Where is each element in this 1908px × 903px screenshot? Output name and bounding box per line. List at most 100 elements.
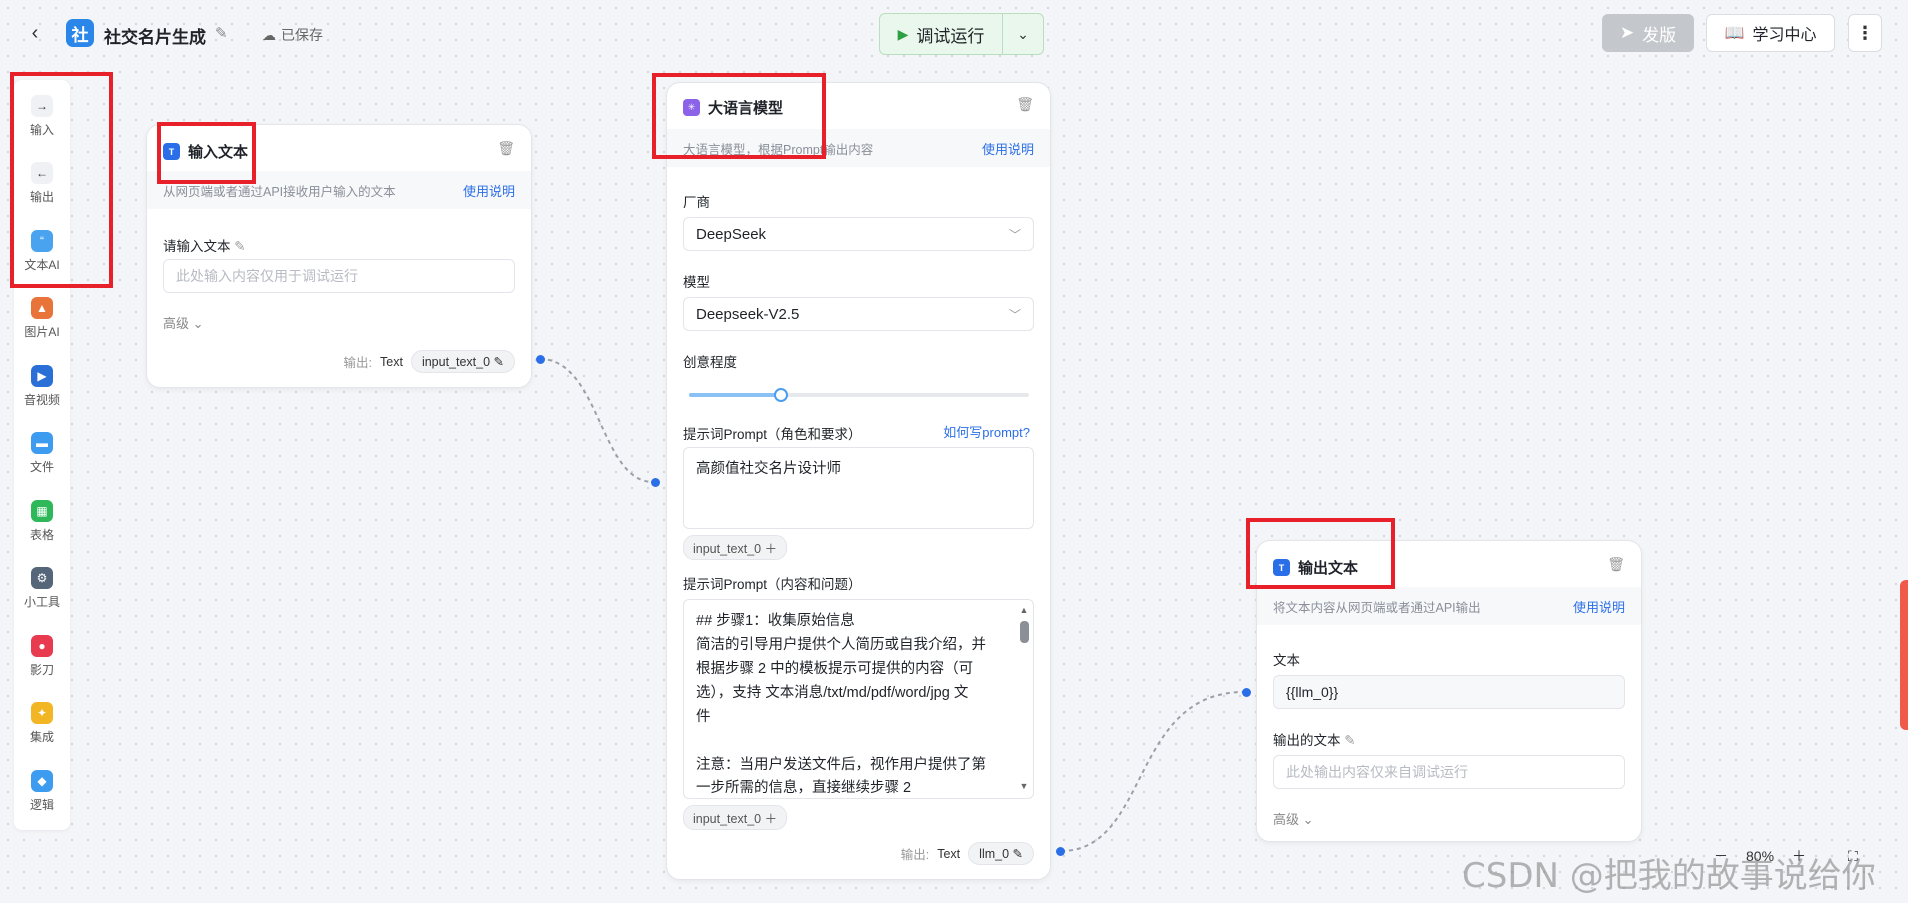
llm-node[interactable]: ✳ 大语言模型 🗑 大语言模型，根据Prompt输出内容 使用说明 厂商 Dee…	[666, 82, 1051, 880]
prompt-help-link[interactable]: 如何写prompt?	[943, 422, 1030, 441]
scroll-thumb[interactable]	[1019, 621, 1029, 643]
saved-status: ☁ 已保存	[262, 25, 323, 45]
sidebar-item-9[interactable]: ✦ 集成	[14, 696, 70, 752]
quote-icon: “	[31, 229, 53, 252]
output-result-label-text: 输出的文本	[1273, 733, 1341, 748]
advanced-toggle[interactable]: 高级 ⌄	[1273, 809, 1314, 828]
side-panel-tab[interactable]	[1900, 580, 1908, 730]
delete-node-icon[interactable]: 🗑	[497, 140, 515, 157]
sidebar-item-label: 输出	[29, 190, 54, 204]
debug-input-field[interactable]: 此处输入内容仅用于调试运行	[163, 259, 515, 293]
output-result-field[interactable]: 此处输出内容仅来自调试运行	[1273, 755, 1625, 789]
edit-icon[interactable]: ✎	[1344, 733, 1355, 748]
puzzle-icon: ✦	[31, 702, 53, 724]
output-text-label: 文本	[1273, 653, 1300, 668]
sidebar-item-label: 文件	[29, 460, 54, 474]
back-button[interactable]: ‹	[24, 22, 46, 44]
sidebar-item-1[interactable]: ← 输出	[14, 156, 70, 212]
edit-icon[interactable]: ✎	[234, 239, 245, 254]
more-menu-button[interactable]: ⋮	[1848, 14, 1882, 52]
chevron-down-icon: ⌄	[1017, 25, 1029, 42]
learning-center-button[interactable]: 📖 学习中心	[1706, 14, 1835, 52]
text-out-icon: T	[1273, 559, 1290, 576]
input-node-help-link[interactable]: 使用说明	[463, 181, 515, 200]
prompt-content-scrollbar[interactable]: ▲ ▼	[1018, 605, 1030, 791]
insert-variable-chip[interactable]: input_text_0 ＋	[683, 535, 788, 560]
sidebar-item-3[interactable]: ▲ 图片AI	[14, 291, 70, 347]
sidebar-item-label: 小工具	[23, 595, 60, 609]
input-field-label-text: 请输入文本	[163, 239, 231, 254]
sidebar-item-10[interactable]: ◆ 逻辑	[14, 763, 70, 819]
text-in-icon: T	[163, 143, 180, 160]
prompt-content-line: 一步所需的信息，直接继续步骤 2	[696, 780, 912, 797]
sidebar-item-2[interactable]: “ 文本AI	[14, 223, 70, 279]
prompt-role-label: 提示词Prompt（角色和要求）	[683, 427, 862, 442]
chevron-down-icon: ⌄	[1302, 812, 1314, 827]
output-var-name: input_text_0	[421, 355, 491, 369]
debug-run-button[interactable]: ▶ 调试运行	[880, 14, 1003, 54]
run-options-dropdown[interactable]: ⌄	[1003, 14, 1043, 54]
output-node-title: 输出文本	[1298, 560, 1359, 577]
book-icon: 📖	[1724, 25, 1745, 42]
input-text-node[interactable]: T 输入文本 🗑 从网页端或者通过API接收用户输入的文本 使用说明 请输入文本…	[146, 124, 532, 388]
delete-node-icon[interactable]: 🗑	[1607, 556, 1625, 573]
prompt-content-label: 提示词Prompt（内容和问题）	[683, 577, 862, 592]
insert-variable-chip[interactable]: input_text_0 ＋	[683, 805, 788, 830]
logic-icon: ◆	[31, 769, 53, 792]
vendor-label: 厂商	[683, 195, 710, 210]
sidebar-item-8[interactable]: ● 影刀	[14, 628, 70, 684]
arrow-left-icon: ←	[31, 162, 53, 184]
play-icon: ▶	[897, 25, 909, 42]
publish-button[interactable]: ➤ 发版	[1602, 14, 1694, 52]
model-label: 模型	[683, 275, 710, 290]
vendor-select[interactable]: DeepSeek ﹀	[683, 217, 1034, 251]
node-palette-sidebar: → 输入 ← 输出 “ 文本AI ▲ 图片AI ▶ 音视频 ▬ 文件 ▦ 表格 ⚙ 小工具 ● 影刀 ✦ 集成 ◆ 逻辑	[14, 80, 70, 830]
debug-run-label: 调试运行	[916, 26, 985, 46]
output-node-help-link[interactable]: 使用说明	[1573, 597, 1625, 616]
prompt-role-text: 高颜值社交名片设计师	[696, 461, 841, 477]
sidebar-item-label: 集成	[29, 730, 54, 744]
gear-icon: ⚙	[31, 567, 53, 589]
scroll-down-icon[interactable]: ▼	[1018, 781, 1030, 791]
edge-input-llm	[539, 358, 654, 483]
scroll-up-icon[interactable]: ▲	[1018, 605, 1030, 615]
output-text-field[interactable]: {{llm_0}}	[1273, 675, 1625, 709]
arrow-right-icon: →	[31, 94, 53, 117]
llm-node-header: ✳ 大语言模型	[683, 97, 783, 118]
sidebar-item-6[interactable]: ▦ 表格	[14, 493, 70, 549]
llm-node-out-port[interactable]	[1056, 847, 1065, 856]
watermark: CSDN @把我的故事说给你	[1462, 856, 1876, 896]
video-icon: ▶	[31, 364, 53, 387]
input-node-out-port[interactable]	[536, 355, 545, 364]
insert-variable-name: input_text_0	[693, 812, 762, 826]
prompt-content-line: 件	[696, 708, 711, 725]
chevron-down-icon: ⌄	[192, 316, 204, 331]
advanced-toggle[interactable]: 高级 ⌄	[163, 313, 204, 332]
output-node-in-port[interactable]	[1242, 688, 1251, 697]
prompt-content-line	[696, 730, 1003, 754]
output-var-chip[interactable]: llm_0 ✎	[968, 842, 1034, 865]
sidebar-item-4[interactable]: ▶ 音视频	[14, 358, 70, 414]
prompt-role-textarea[interactable]: 高颜值社交名片设计师	[683, 447, 1034, 529]
send-icon: ➤	[1619, 23, 1635, 42]
sidebar-item-5[interactable]: ▬ 文件	[14, 426, 70, 482]
llm-node-in-port[interactable]	[651, 478, 660, 487]
shadow-knife-icon: ●	[31, 634, 53, 657]
sidebar-item-0[interactable]: → 输入	[14, 88, 70, 144]
publish-label: 发版	[1642, 25, 1677, 45]
chevron-down-icon: ﹀	[1008, 227, 1021, 242]
creativity-slider-fill	[689, 393, 781, 397]
sidebar-item-7[interactable]: ⚙ 小工具	[14, 561, 70, 617]
delete-node-icon[interactable]: 🗑	[1016, 96, 1034, 113]
prompt-content-textarea[interactable]: ## 步骤1：收集原始信息 简洁的引导用户提供个人简历或自我介绍，并 根据步骤 2 …	[683, 599, 1034, 799]
chevron-left-icon: ‹	[31, 21, 39, 44]
output-var-name: llm_0	[979, 847, 1010, 861]
edit-title-icon[interactable]: ✎	[215, 24, 228, 42]
output-text-node[interactable]: T 输出文本 🗑 将文本内容从网页端或者通过API输出 使用说明 文本 {{ll…	[1256, 540, 1642, 842]
output-result-label: 输出的文本 ✎	[1273, 729, 1356, 749]
llm-node-help-link[interactable]: 使用说明	[982, 139, 1034, 158]
app-title: 社交名片生成	[104, 28, 206, 47]
creativity-slider-knob[interactable]	[773, 388, 788, 402]
output-var-chip[interactable]: input_text_0 ✎	[410, 350, 515, 373]
model-select[interactable]: Deepseek-V2.5 ﹀	[683, 297, 1034, 331]
